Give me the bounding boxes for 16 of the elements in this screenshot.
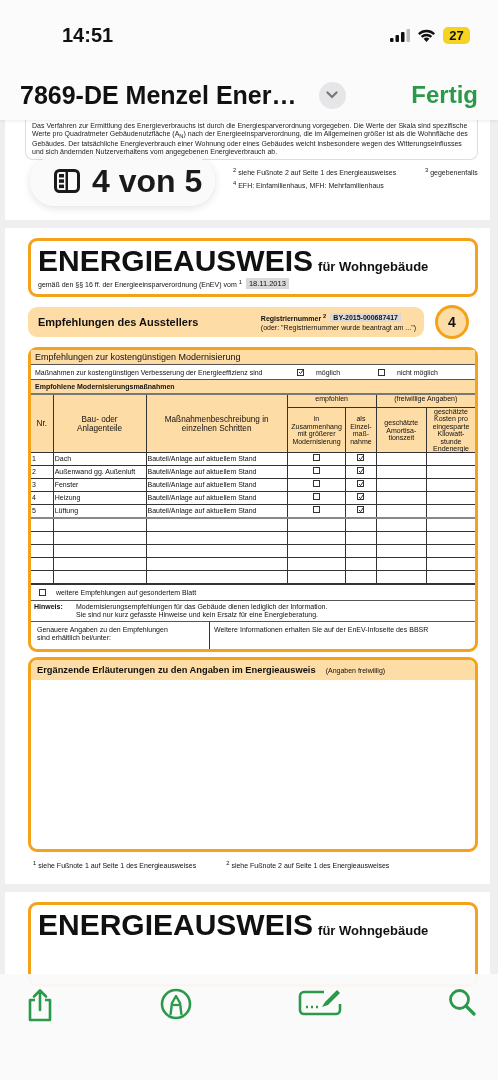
done-button[interactable]: Fertig [411, 81, 478, 109]
page-number: 4 [435, 305, 469, 339]
box-title: Empfehlungen zur kostengünstigen Modernisierung [35, 351, 241, 364]
page-count: 4 von 5 [92, 162, 203, 200]
document-title: 7869-DE Menzel Ener… [20, 80, 297, 110]
box-title: Ergänzende Erläuterungen zu den Angaben im Energieausweis [37, 665, 316, 676]
column-header: Nr. [31, 395, 54, 453]
document-heading: ENERGIEAUSWEIS [38, 245, 314, 277]
section-title: Empfehlungen des Ausstellers [38, 316, 199, 328]
status-time: 14:51 [62, 23, 114, 47]
column-header: Bau- oder Anlagenteile [53, 395, 146, 453]
battery-icon: 27 [443, 26, 470, 44]
document-heading: ENERGIEAUSWEIS [38, 908, 314, 941]
document-subtitle: für Wohngebäude [318, 922, 429, 938]
document-subtitle: für Wohngebäude [318, 259, 429, 274]
column-header: Maßnahmenbeschreibung in einzelnen Schritten [146, 395, 288, 453]
